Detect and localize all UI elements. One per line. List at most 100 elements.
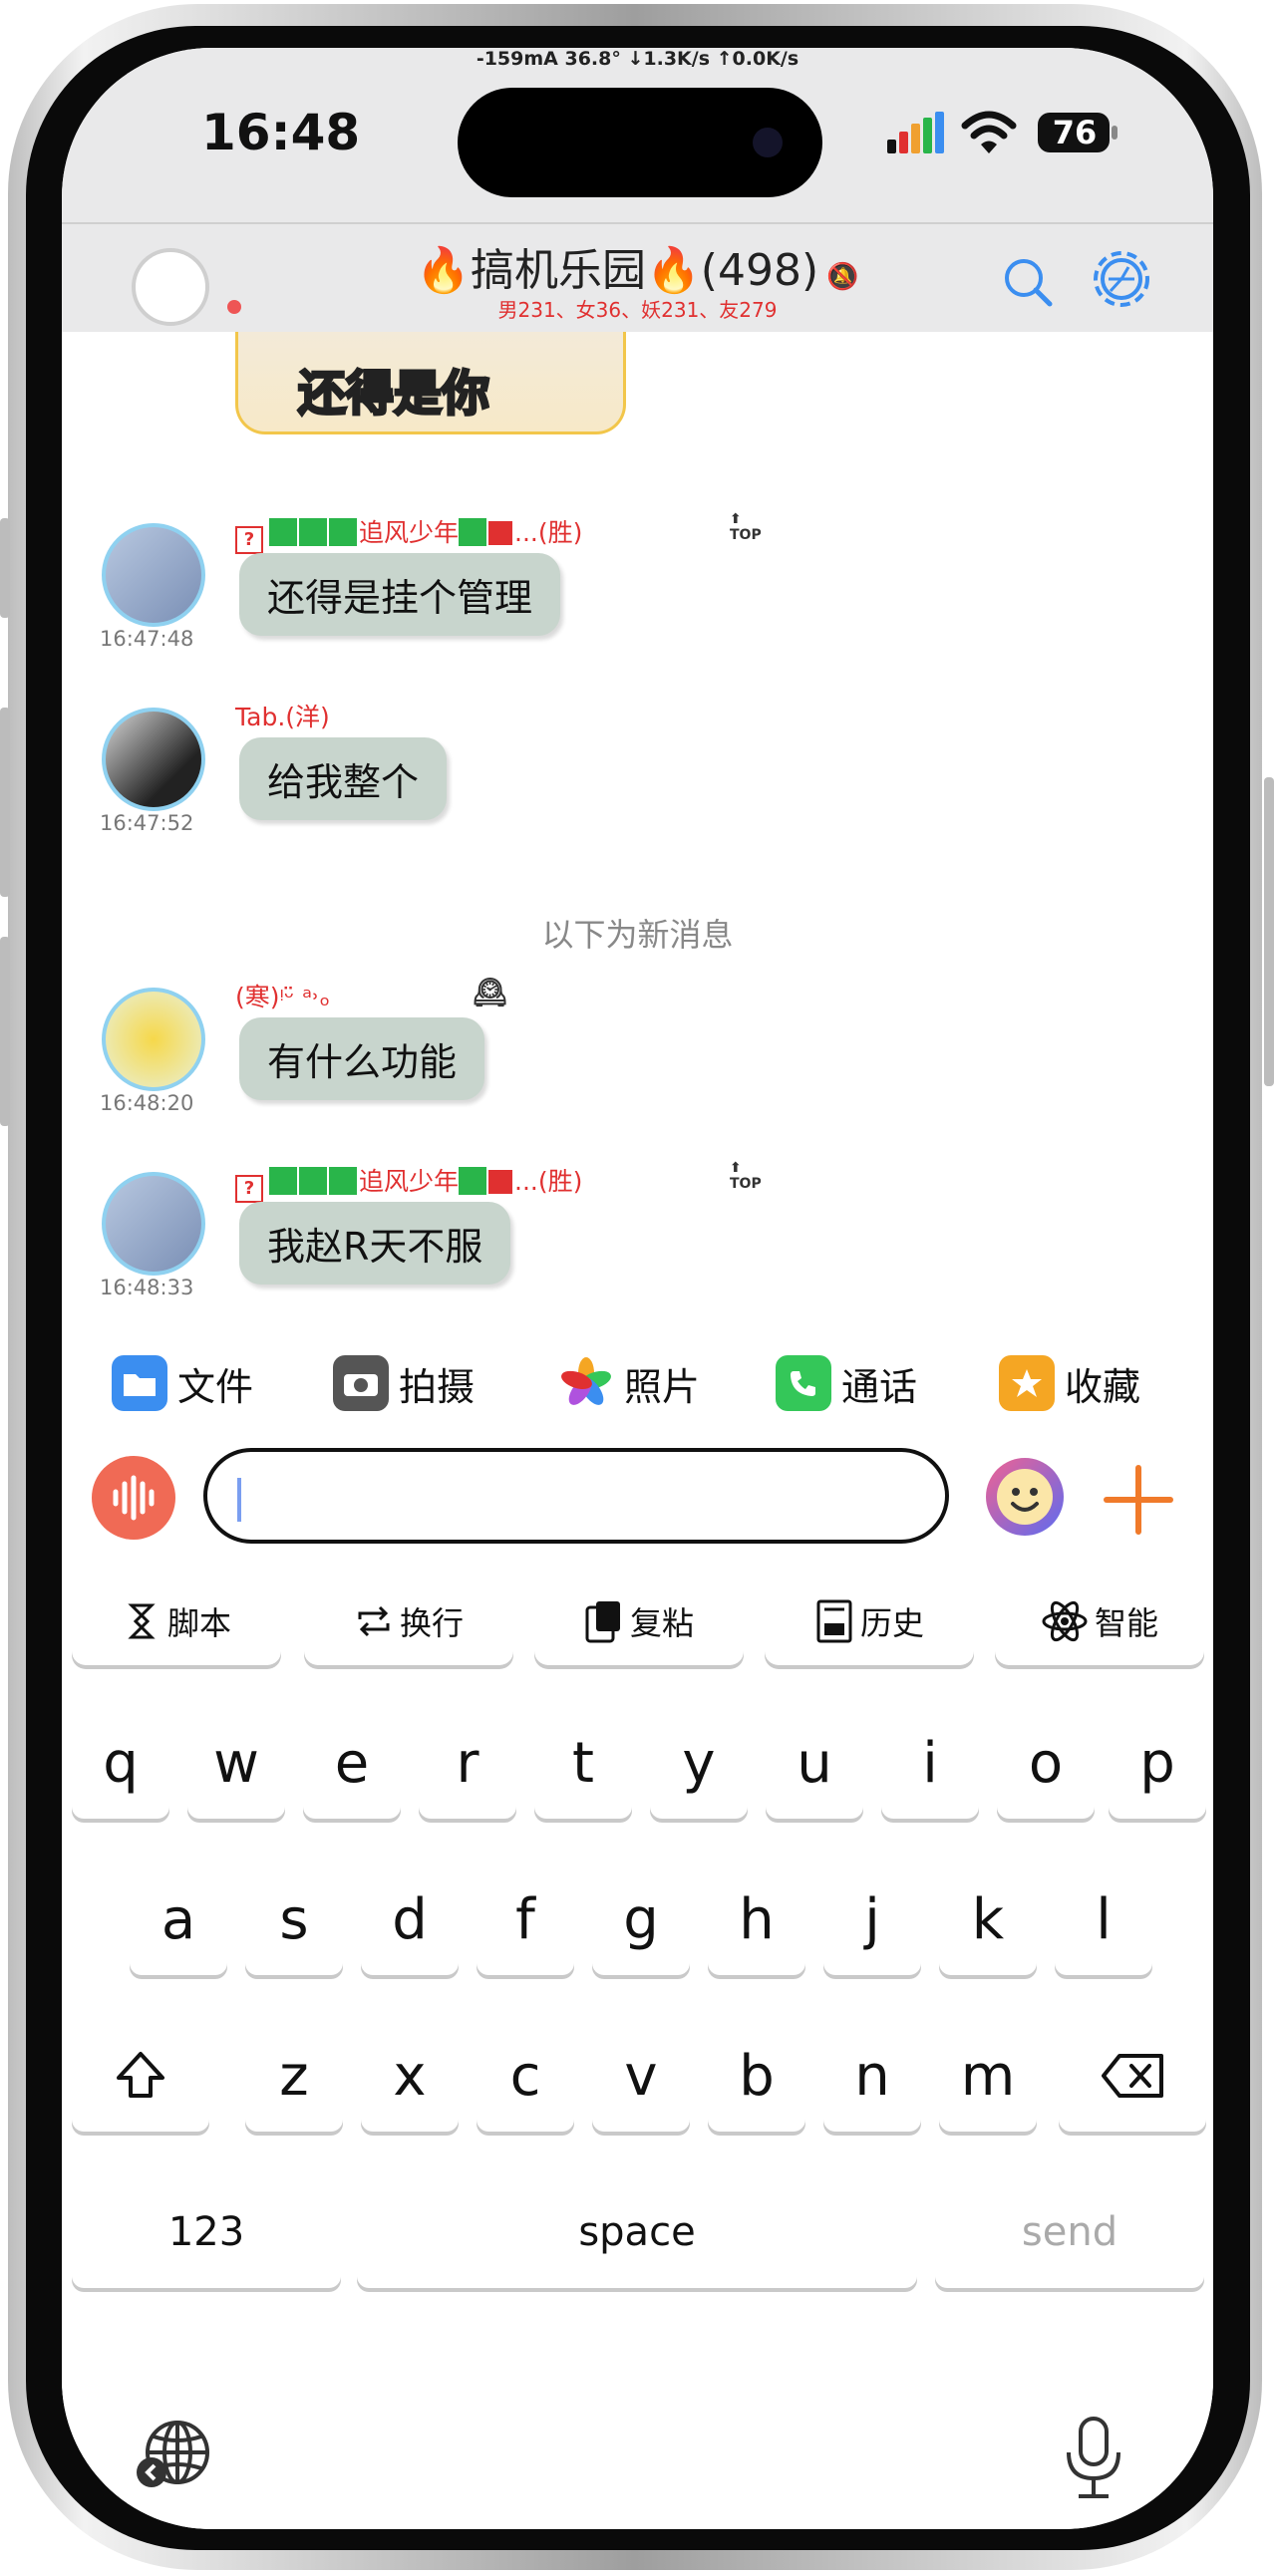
script-key[interactable]: 脚本	[72, 1577, 281, 1665]
key-b[interactable]: b	[708, 2020, 805, 2132]
question-icon: ?	[235, 1175, 263, 1203]
numbers-key[interactable]: 123	[72, 2176, 341, 2288]
folder-icon	[112, 1355, 167, 1411]
gear-icon[interactable]	[1089, 246, 1154, 312]
sender-avatar[interactable]	[102, 708, 205, 811]
key-p[interactable]: p	[1109, 1707, 1206, 1819]
sender-name[interactable]: ? 追风少年 ...(胜)	[235, 513, 582, 554]
message-bubble[interactable]: 还得是挂个管理	[239, 553, 561, 636]
sender-name[interactable]: Tab.(洋)	[235, 698, 330, 733]
power-button	[1264, 777, 1274, 1086]
volume-down-button	[0, 937, 10, 1126]
key-d[interactable]: d	[361, 1863, 459, 1975]
dictation-mic-icon[interactable]	[1059, 2415, 1128, 2504]
newline-key[interactable]: 换行	[304, 1577, 513, 1665]
atom-icon	[1042, 1600, 1088, 1642]
key-u[interactable]: u	[766, 1707, 863, 1819]
sender-name[interactable]: (寒)ᵎᵕ̈ ᵃ˒ₒ	[235, 978, 330, 1013]
screen: -159mA 36.8° ↓1.3K/s ↑0.0K/s 16:48 76 🔥搞…	[62, 48, 1213, 2529]
key-j[interactable]: j	[823, 1863, 921, 1975]
search-icon[interactable]	[1002, 256, 1054, 308]
badge-icon	[488, 521, 513, 545]
phone-icon	[776, 1355, 831, 1411]
key-g[interactable]: g	[592, 1863, 690, 1975]
top-badge-icon: ⬆ TOP	[730, 511, 762, 543]
attachment-toolbar: 文件 拍摄 照片 通话 收藏	[62, 1328, 1213, 1438]
key-q[interactable]: q	[72, 1707, 169, 1819]
key-i[interactable]: i	[881, 1707, 979, 1819]
call-button[interactable]: 通话	[776, 1353, 917, 1413]
mute-bell-icon: 🔕	[818, 262, 859, 292]
key-v[interactable]: v	[592, 2020, 690, 2132]
key-l[interactable]: l	[1055, 1863, 1152, 1975]
shift-icon	[117, 2052, 164, 2098]
wifi-icon	[961, 111, 1017, 153]
message-bubble[interactable]: 我赵R天不服	[239, 1202, 511, 1285]
message-row: 16:47:52 Tab.(洋) 给我整个	[62, 698, 1213, 867]
key-n[interactable]: n	[823, 2020, 921, 2132]
key-z[interactable]: z	[245, 2020, 343, 2132]
key-m[interactable]: m	[939, 2020, 1037, 2132]
top-badge-icon: ⬆ TOP	[730, 1160, 762, 1192]
badge-icon	[488, 1170, 513, 1194]
history-icon	[816, 1599, 852, 1643]
camera-button[interactable]: 拍摄	[333, 1353, 475, 1413]
key-f[interactable]: f	[477, 1863, 574, 1975]
clock: 16:48	[201, 104, 361, 161]
key-r[interactable]: r	[419, 1707, 516, 1819]
history-key[interactable]: 历史	[765, 1577, 974, 1665]
globe-icon[interactable]	[132, 2415, 211, 2494]
clipboard-icon	[585, 1601, 620, 1643]
signal-icon	[887, 112, 944, 153]
key-t[interactable]: t	[534, 1707, 632, 1819]
file-button[interactable]: 文件	[112, 1353, 253, 1413]
key-c[interactable]: c	[477, 2020, 574, 2132]
input-row	[62, 1438, 1213, 1558]
delete-key[interactable]	[1059, 2020, 1206, 2132]
message-time: 16:48:20	[100, 1091, 194, 1115]
photos-button[interactable]: 照片	[558, 1353, 700, 1413]
sender-name[interactable]: ? 追风少年 ...(胜)	[235, 1162, 582, 1203]
emoji-icon[interactable]	[984, 1456, 1066, 1538]
sender-avatar[interactable]	[102, 523, 205, 627]
message-bubble[interactable]: 有什么功能	[239, 1017, 485, 1100]
key-y[interactable]: y	[650, 1707, 748, 1819]
key-e[interactable]: e	[303, 1707, 401, 1819]
sender-avatar[interactable]	[102, 1172, 205, 1276]
smart-key[interactable]: 智能	[995, 1577, 1204, 1665]
send-key[interactable]: send	[935, 2176, 1204, 2288]
message-time: 16:48:33	[100, 1276, 194, 1299]
status-bar: -159mA 36.8° ↓1.3K/s ↑0.0K/s 16:48 76	[62, 48, 1213, 222]
photos-icon	[558, 1355, 614, 1411]
sender-avatar[interactable]	[102, 988, 205, 1091]
text-caret	[237, 1478, 241, 1522]
plus-icon[interactable]	[1099, 1460, 1178, 1540]
dynamic-island	[458, 88, 822, 197]
message-time: 16:47:52	[100, 811, 194, 835]
key-w[interactable]: w	[187, 1707, 285, 1819]
question-icon: ?	[235, 526, 263, 554]
paste-key[interactable]: 复粘	[534, 1577, 744, 1665]
backspace-icon	[1102, 2054, 1163, 2098]
voice-button[interactable]	[92, 1456, 175, 1540]
message-row: 16:47:48 ? 追风少年 ...(胜) ⬆ TOP 还得是挂个管理	[62, 511, 1213, 683]
favorites-button[interactable]: 收藏	[999, 1353, 1140, 1413]
space-key[interactable]: space	[357, 2176, 917, 2288]
key-a[interactable]: a	[130, 1863, 227, 1975]
chat-header: 🔥搞机乐园🔥(498) 🔕 男231、女36、妖231、友279	[62, 222, 1213, 334]
chat-area[interactable]: 还得是你 16:47:48 ? 追风少年 ...(胜) ⬆ TOP 还得是挂个管理 1…	[62, 332, 1213, 1328]
keyboard: 脚本 换行 复粘 历史 智能 q w e r t y u i o p a s d…	[62, 1558, 1213, 2529]
shift-key[interactable]	[72, 2020, 209, 2132]
message-input[interactable]	[203, 1448, 949, 1544]
message-time: 16:47:48	[100, 627, 194, 651]
key-s[interactable]: s	[245, 1863, 343, 1975]
sticker-image[interactable]: 还得是你	[235, 332, 626, 434]
key-o[interactable]: o	[997, 1707, 1095, 1819]
message-bubble[interactable]: 给我整个	[239, 737, 448, 820]
message-row: 16:48:20 (寒)ᵎᵕ̈ ᵃ˒ₒ 🕰 有什么功能	[62, 976, 1213, 1147]
key-k[interactable]: k	[939, 1863, 1037, 1975]
camera-lens	[753, 128, 783, 157]
key-x[interactable]: x	[361, 2020, 459, 2132]
side-button	[0, 518, 10, 618]
key-h[interactable]: h	[708, 1863, 805, 1975]
